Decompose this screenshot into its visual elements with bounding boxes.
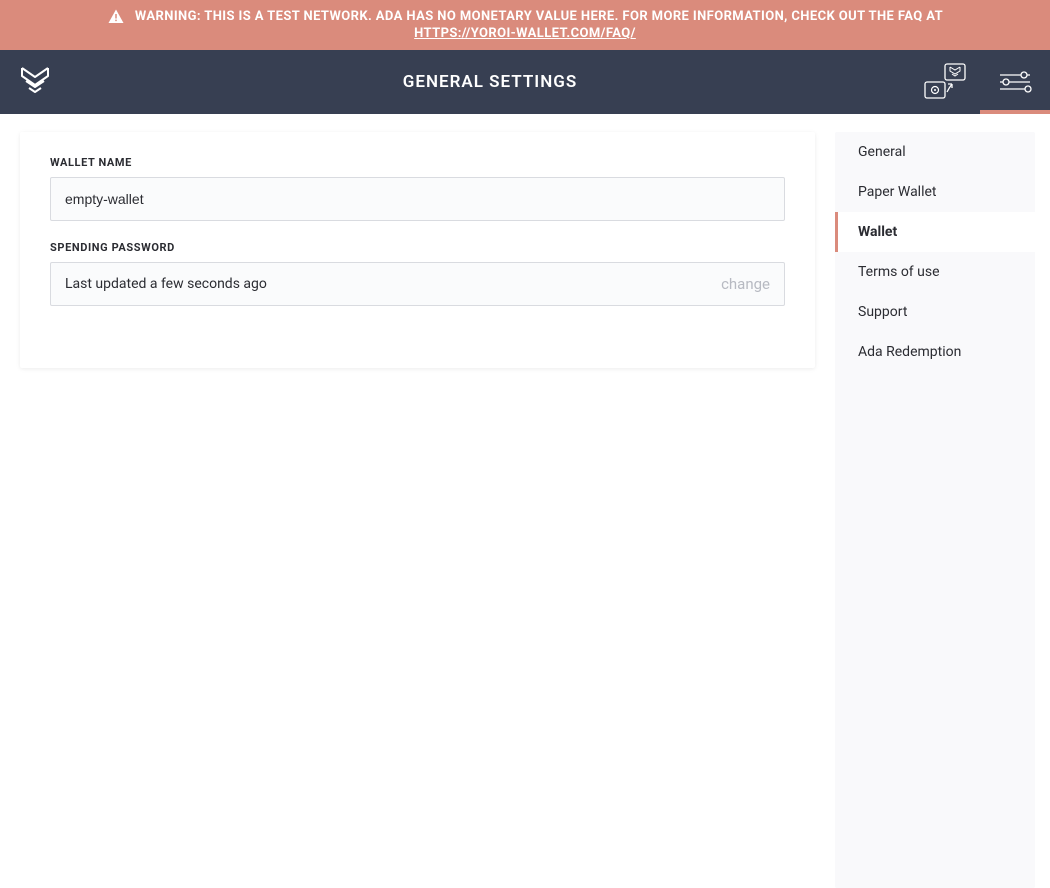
spending-password-label: SPENDING PASSWORD	[50, 241, 785, 254]
yoroi-logo-icon	[20, 66, 50, 98]
app-header: GENERAL SETTINGS	[0, 50, 1050, 114]
sidebar-item-support[interactable]: Support	[835, 292, 1035, 332]
sidebar-item-paper-wallet[interactable]: Paper Wallet	[835, 172, 1035, 212]
content-area: WALLET NAME SPENDING PASSWORD Last updat…	[0, 114, 1050, 888]
warning-triangle-icon	[107, 8, 125, 26]
sidebar-item-terms-of-use[interactable]: Terms of use	[835, 252, 1035, 292]
test-network-warning-banner: WARNING: THIS IS A TEST NETWORK. ADA HAS…	[0, 0, 1050, 50]
sidebar-item-label: Wallet	[858, 224, 897, 240]
wallets-nav-button[interactable]	[910, 50, 980, 114]
settings-sidebar: General Paper Wallet Wallet Terms of use…	[835, 132, 1035, 888]
logo-button[interactable]	[0, 50, 70, 114]
wallets-stack-icon	[923, 62, 967, 102]
spending-password-row: Last updated a few seconds ago change	[50, 262, 785, 306]
sidebar-item-label: Support	[858, 304, 907, 320]
sidebar-item-ada-redemption[interactable]: Ada Redemption	[835, 332, 1035, 372]
sidebar-item-label: Ada Redemption	[858, 344, 961, 360]
sidebar-item-label: Paper Wallet	[858, 184, 937, 200]
sidebar-item-label: General	[858, 144, 906, 160]
faq-link[interactable]: HTTPS://YOROI-WALLET.COM/FAQ/	[414, 26, 636, 41]
wallet-name-label: WALLET NAME	[50, 156, 785, 169]
spending-password-field-group: SPENDING PASSWORD Last updated a few sec…	[50, 241, 785, 306]
sidebar-item-general[interactable]: General	[835, 132, 1035, 172]
change-password-button[interactable]: change	[721, 275, 770, 293]
sidebar-item-wallet[interactable]: Wallet	[835, 212, 1035, 252]
sidebar-item-label: Terms of use	[858, 264, 940, 280]
settings-sliders-icon	[998, 70, 1032, 94]
wallet-name-field-group: WALLET NAME	[50, 156, 785, 221]
warning-text: WARNING: THIS IS A TEST NETWORK. ADA HAS…	[135, 9, 943, 24]
wallet-settings-panel: WALLET NAME SPENDING PASSWORD Last updat…	[20, 132, 815, 368]
settings-nav-button[interactable]	[980, 50, 1050, 114]
page-title: GENERAL SETTINGS	[70, 50, 910, 114]
spending-password-status: Last updated a few seconds ago	[65, 276, 267, 292]
wallet-name-input[interactable]	[50, 177, 785, 221]
